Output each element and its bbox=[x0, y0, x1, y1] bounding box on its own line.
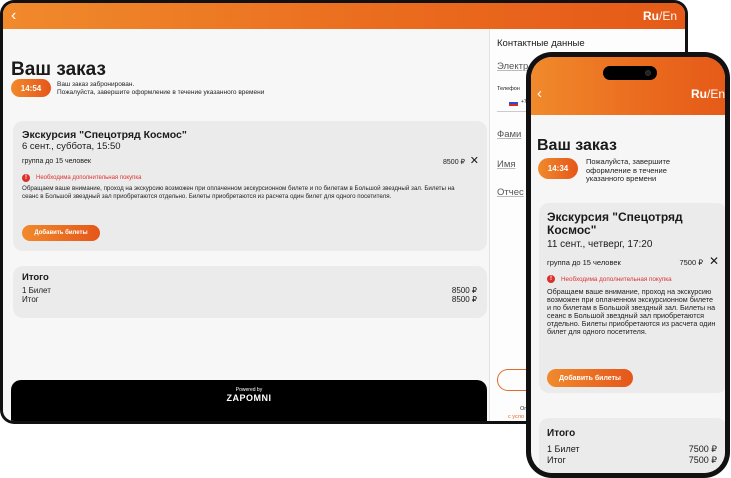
grand-total-value: 8500 ₽ bbox=[451, 295, 477, 304]
lang-en[interactable]: En bbox=[710, 87, 725, 101]
ticket-type: группа до 15 человек bbox=[22, 158, 91, 165]
tablet-order-panel: Ваш заказ 14:54 Ваш заказ забронирован. … bbox=[3, 29, 489, 421]
chevron-left-icon[interactable]: ‹ bbox=[11, 8, 16, 24]
total-row-label: 1 Билет bbox=[22, 286, 51, 295]
total-title: Итого bbox=[547, 428, 576, 439]
excursion-title: Экскурсия "Спецотряд Космос" bbox=[22, 129, 187, 141]
language-switcher[interactable]: Ru/En bbox=[643, 9, 677, 23]
phone-screen: ‹ Ru/En Ваш заказ 14:34 Пожалуйста, заве… bbox=[531, 57, 725, 473]
chevron-left-icon[interactable]: ‹ bbox=[537, 85, 542, 102]
notice-text: Обращаем ваше внимание, проход на экскур… bbox=[22, 185, 455, 200]
total-row-value: 8500 ₽ bbox=[451, 286, 477, 295]
warning-text: Необходима дополнительная покупка bbox=[561, 275, 672, 283]
warning-message: ! Необходима дополнительная покупка bbox=[22, 174, 141, 182]
booking-note: Пожалуйста, завершите оформление в течен… bbox=[586, 157, 671, 183]
lang-ru[interactable]: Ru bbox=[643, 9, 659, 23]
ticket-type: группа до 15 человек bbox=[547, 258, 621, 267]
phone-label: Телефон bbox=[497, 86, 520, 92]
terms-link[interactable]: с усло bbox=[508, 414, 524, 420]
grand-total-label: Итог bbox=[22, 295, 39, 304]
ticket-price: 8500 ₽ bbox=[443, 159, 465, 166]
exclamation-icon: ! bbox=[22, 174, 30, 182]
phone-frame: ‹ Ru/En Ваш заказ 14:34 Пожалуйста, заве… bbox=[526, 52, 730, 478]
booking-note: Ваш заказ забронирован. Пожалуйста, заве… bbox=[57, 81, 327, 97]
warning-text: Необходима дополнительная покупка bbox=[36, 175, 142, 181]
excursion-title: Экскурсия "Спецотряд Космос" bbox=[547, 210, 683, 237]
phone-underline bbox=[497, 111, 527, 112]
booking-note-line2: Пожалуйста, завершите оформление в течен… bbox=[57, 89, 265, 96]
grand-total-label: Итог bbox=[547, 455, 566, 465]
total-card: Итого 1 Билет 7500 ₽ Итог 7500 ₽ bbox=[539, 418, 725, 473]
total-card: Итого 1 Билет 8500 ₽ Итог 8500 ₽ bbox=[13, 266, 487, 318]
email-field[interactable]: Электр bbox=[497, 61, 528, 72]
lang-en[interactable]: En bbox=[662, 9, 677, 23]
language-switcher[interactable]: Ru/En bbox=[691, 87, 725, 101]
timer-badge: 14:54 bbox=[11, 79, 51, 97]
grand-total-value: 7500 ₽ bbox=[688, 455, 717, 465]
close-icon[interactable]: ✕ bbox=[470, 154, 479, 167]
page-title: Ваш заказ bbox=[537, 137, 617, 154]
booking-note-line1: Ваш заказ забронирован. bbox=[57, 81, 135, 88]
warning-message: ! Необходима дополнительная покупка bbox=[547, 275, 672, 283]
excursion-card: Экскурсия "Спецотряд Космос" 11 сент., ч… bbox=[539, 203, 725, 393]
notice-text: Обращаем ваше внимание, проход на экскур… bbox=[547, 287, 716, 336]
brand-logo[interactable]: ZAPOMNI bbox=[11, 393, 487, 403]
excursion-date: 6 сент., суббота, 15:50 bbox=[22, 141, 121, 152]
close-icon[interactable]: ✕ bbox=[709, 254, 719, 268]
page-title: Ваш заказ bbox=[11, 59, 106, 80]
ticket-price: 7500 ₽ bbox=[679, 258, 703, 267]
phone-header-bar: ‹ Ru/En bbox=[531, 57, 725, 115]
russia-flag-icon[interactable] bbox=[509, 100, 518, 106]
tablet-header-bar: ‹ Ru/En bbox=[3, 3, 685, 29]
powered-by-footer: Powered by ZAPOMNI bbox=[11, 380, 487, 421]
patronymic-field[interactable]: Отчес bbox=[497, 187, 524, 198]
excursion-date: 11 сент., четверг, 17:20 bbox=[547, 239, 653, 250]
exclamation-icon: ! bbox=[547, 275, 555, 283]
name-field[interactable]: Имя bbox=[497, 159, 516, 170]
total-row-label: 1 Билет bbox=[547, 444, 580, 454]
timer-badge: 14:34 bbox=[538, 158, 578, 179]
dynamic-island bbox=[603, 66, 657, 80]
excursion-card: Экскурсия "Спецотряд Космос" 6 сент., су… bbox=[13, 121, 487, 251]
lang-ru[interactable]: Ru bbox=[691, 87, 707, 101]
add-tickets-button[interactable]: Добавить билеты bbox=[547, 369, 633, 387]
camera-icon bbox=[645, 70, 651, 76]
contact-heading: Контактные данные bbox=[497, 38, 585, 49]
total-row-value: 7500 ₽ bbox=[688, 444, 717, 454]
surname-field[interactable]: Фами bbox=[497, 129, 521, 140]
add-tickets-button[interactable]: Добавить билеты bbox=[22, 225, 100, 241]
total-title: Итого bbox=[22, 272, 49, 283]
